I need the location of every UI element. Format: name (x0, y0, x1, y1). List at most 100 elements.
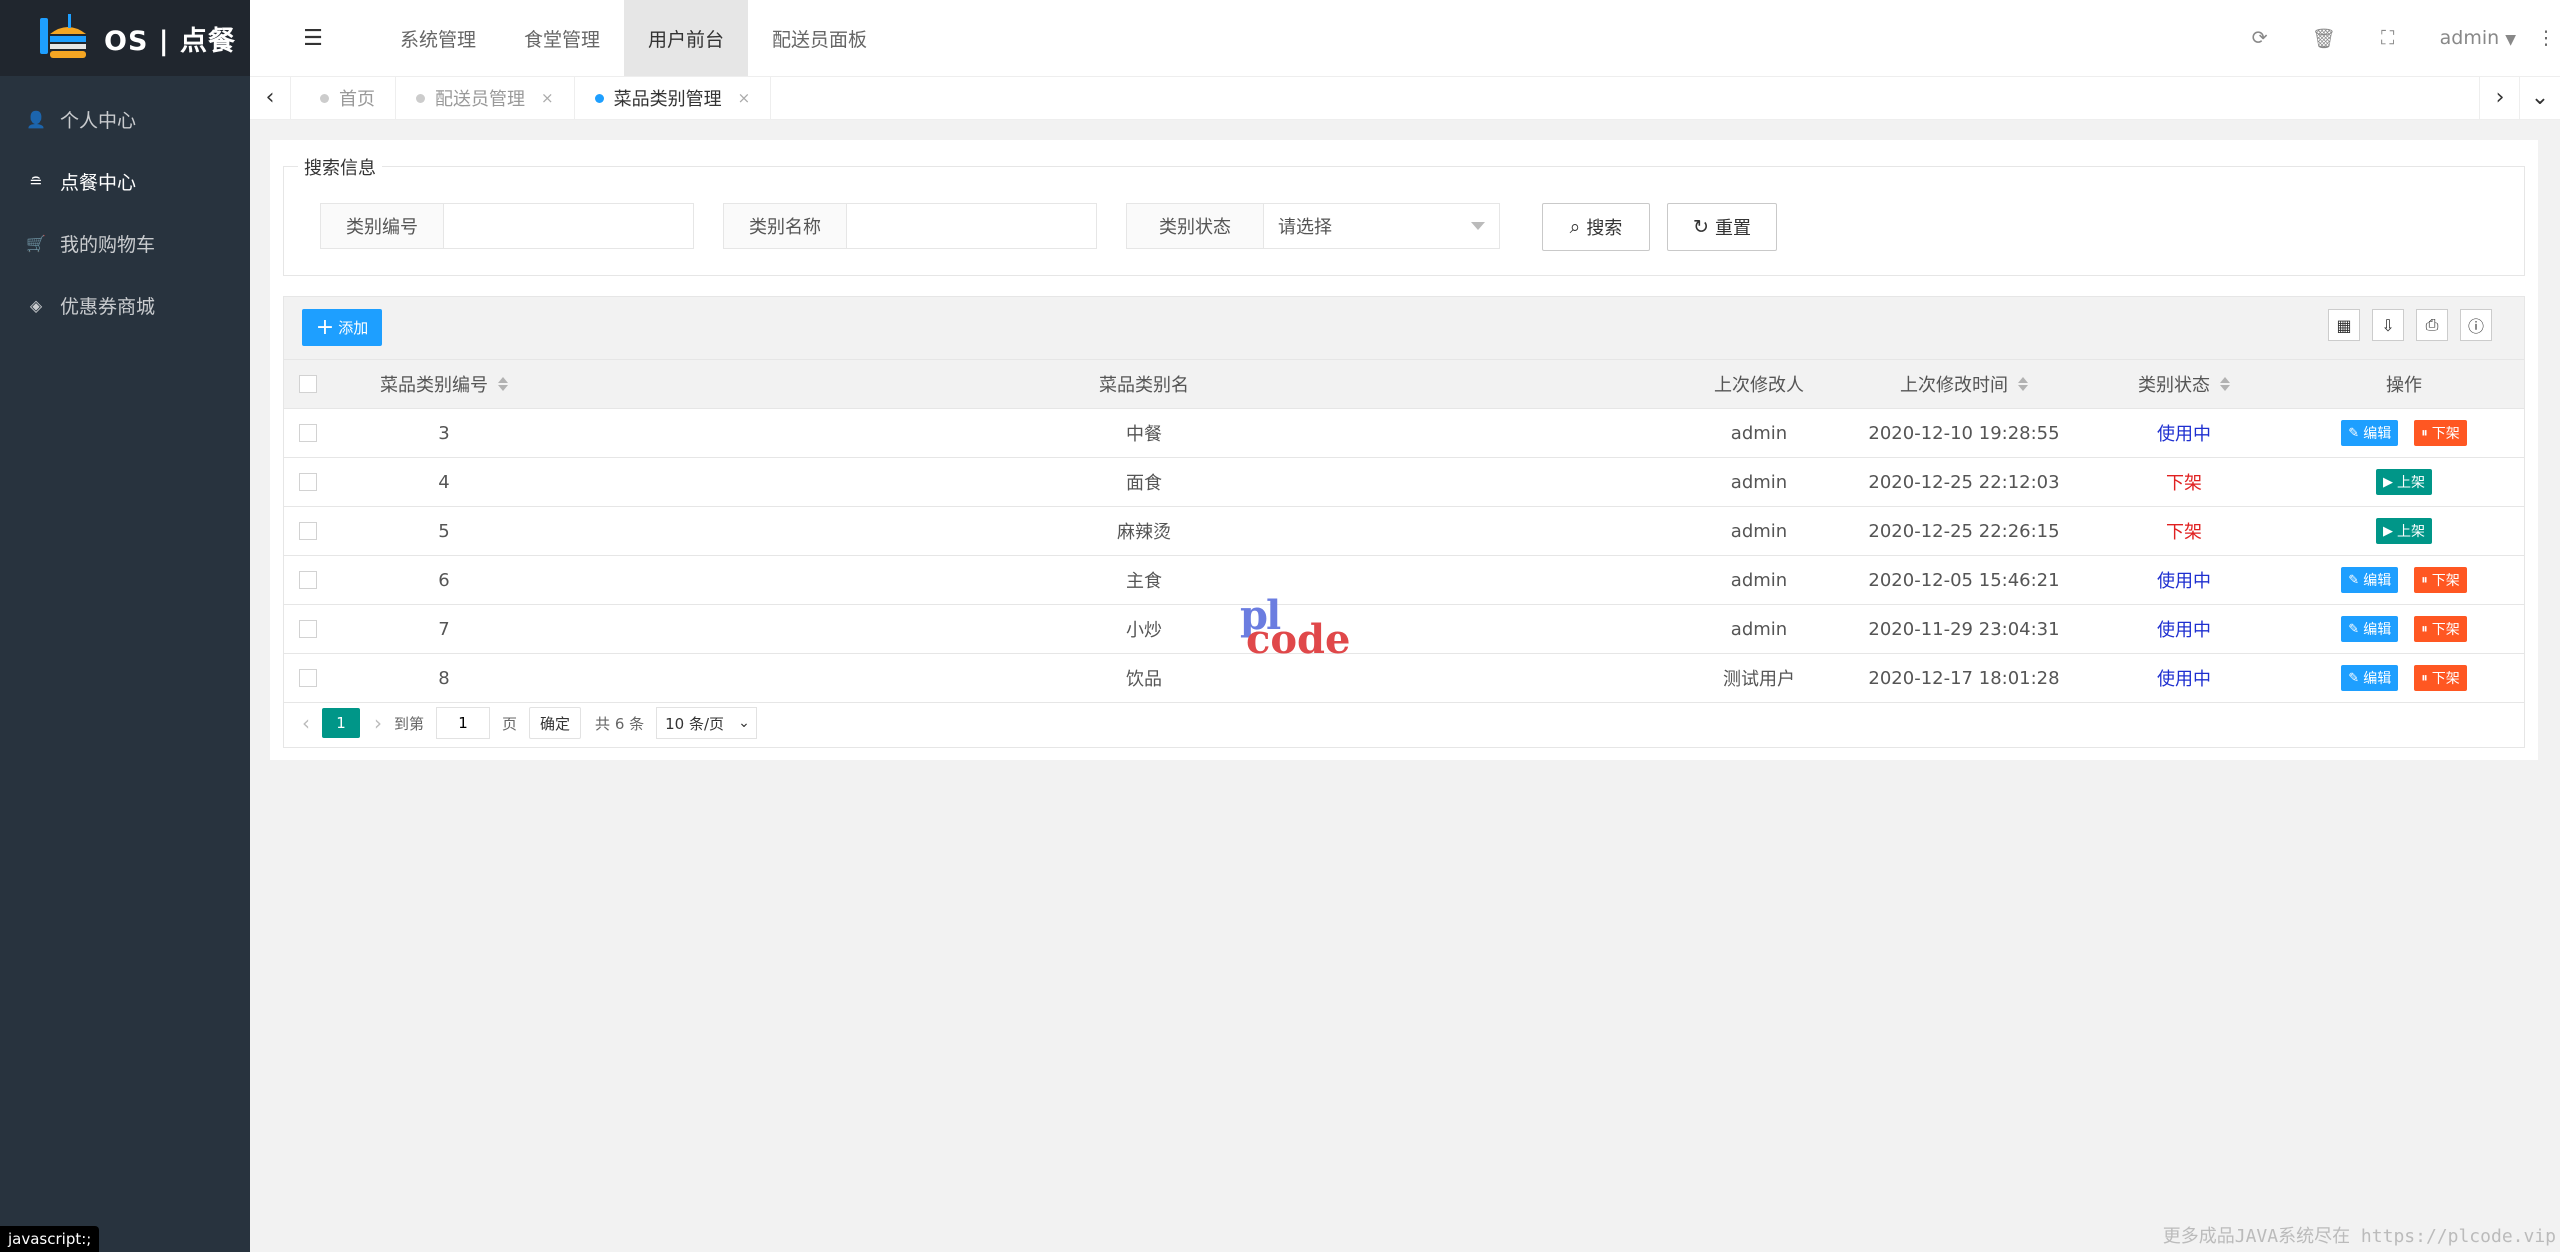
info-icon[interactable]: ⓘ (2460, 309, 2492, 341)
tab-scroll-left-icon[interactable]: ‹ (250, 77, 291, 119)
sidebar-item-label: 个人中心 (60, 109, 137, 132)
close-icon[interactable]: × (541, 89, 554, 107)
export-icon[interactable]: ⇩ (2372, 309, 2404, 341)
table-row: 6 主食 admin 2020-12-05 15:46:21 使用中 ✎ 编辑 ⏸ 下架 (284, 556, 2524, 605)
tab-menu-chevron-icon[interactable]: ⌄ (2519, 77, 2560, 119)
cell-status: 使用中 (2157, 571, 2211, 592)
tab-1[interactable]: 配送员管理 × (396, 77, 575, 119)
columns-filter-icon[interactable]: ▦ (2328, 309, 2360, 341)
cell-name: 中餐 (1126, 424, 1162, 445)
sort-icon[interactable] (2018, 377, 2028, 391)
page-size-select[interactable]: 10 条/页 ⌄ (656, 707, 757, 739)
take-down-button[interactable]: ⏸ 下架 (2414, 420, 2467, 446)
field-label: 类别状态 (1127, 204, 1264, 248)
search-panel: 搜索信息 类别编号 类别名称 类别状态 请选择 ⌕ 搜索 ↻ 重置 (283, 154, 2525, 276)
cell-id: 3 (438, 422, 450, 444)
put-on-button[interactable]: ▶ 上架 (2376, 518, 2432, 544)
refresh-icon[interactable]: ⟳ (2228, 27, 2292, 49)
sidebar-item-3[interactable]: ◈ 优惠券商城 (0, 274, 250, 336)
header-status[interactable]: 类别状态 (2084, 360, 2284, 408)
header-time[interactable]: 上次修改时间 (1844, 360, 2084, 408)
select-all-checkbox[interactable] (299, 375, 317, 393)
tab-scroll-right-icon[interactable]: › (2479, 77, 2520, 119)
select-all-cell (294, 360, 322, 408)
column-title: 上次修改时间 (1900, 375, 2008, 396)
edit-button[interactable]: ✎ 编辑 (2341, 665, 2399, 691)
prev-page-icon[interactable]: ‹ (302, 711, 310, 735)
status-select[interactable]: 请选择 (1264, 204, 1499, 248)
refresh-icon: ↻ (1693, 216, 1709, 238)
column-title: 菜品类别编号 (380, 375, 488, 396)
search-button[interactable]: ⌕ 搜索 (1542, 203, 1650, 251)
edit-button[interactable]: ✎ 编辑 (2341, 420, 2399, 446)
cell-id: 6 (438, 569, 450, 591)
fullscreen-icon[interactable]: ⛶ (2356, 27, 2420, 49)
edit-button[interactable]: ✎ 编辑 (2341, 567, 2399, 593)
sort-icon[interactable] (2220, 377, 2230, 391)
fold-menu-icon[interactable]: ☰ (250, 26, 376, 51)
watermark-line2: code (1246, 616, 1351, 663)
add-button[interactable]: + 添加 (302, 309, 382, 346)
top-nav-item-2[interactable]: 用户前台 (624, 0, 749, 76)
row-checkbox[interactable] (299, 473, 317, 491)
clear-cache-icon[interactable]: 🗑 (2292, 27, 2356, 50)
page-current[interactable]: 1 (322, 708, 360, 738)
header-id[interactable]: 菜品类别编号 (344, 360, 544, 408)
tab-2[interactable]: 菜品类别管理 × (575, 77, 772, 119)
next-page-icon[interactable]: › (374, 711, 382, 735)
search-button-label: 搜索 (1586, 218, 1623, 239)
sidebar-item-0[interactable]: 👤 个人中心 (0, 88, 250, 150)
header-right: ⟳ 🗑 ⛶ admin ▼ ⋮ (2228, 0, 2560, 76)
sidebar-item-1[interactable]: ≘ 点餐中心 (0, 150, 250, 212)
sort-icon[interactable] (498, 377, 508, 391)
row-checkbox[interactable] (299, 669, 317, 687)
reset-button[interactable]: ↻ 重置 (1667, 203, 1777, 251)
tab-bar: ‹ 首页 配送员管理 × 菜品类别管理 × › ⌄ (250, 76, 2560, 120)
sidebar-item-2[interactable]: 🛒 我的购物车 (0, 212, 250, 274)
row-checkbox[interactable] (299, 620, 317, 638)
logo-burger-icon (40, 14, 86, 58)
pause-icon: ⏸ (2421, 670, 2428, 686)
category-name-input[interactable] (847, 204, 1096, 248)
cell-actions: ▶ 上架 (2284, 507, 2524, 555)
row-checkbox[interactable] (299, 522, 317, 540)
take-down-button[interactable]: ⏸ 下架 (2414, 665, 2467, 691)
column-title: 上次修改人 (1714, 375, 1804, 396)
more-icon[interactable]: ⋮ (2532, 27, 2560, 49)
sidebar-item-label: 优惠券商城 (60, 295, 156, 318)
goto-confirm-button[interactable]: 确定 (529, 707, 582, 739)
top-nav-item-1[interactable]: 食堂管理 (500, 0, 624, 76)
top-nav-item-0[interactable]: 系统管理 (376, 0, 500, 76)
table-toolbar: + 添加 ▦ ⇩ ⎙ ⓘ (284, 297, 2524, 360)
take-down-button[interactable]: ⏸ 下架 (2414, 616, 2467, 642)
select-caret-icon (1471, 222, 1485, 230)
print-icon[interactable]: ⎙ (2416, 309, 2448, 341)
header-modifier: 上次修改人 (1659, 360, 1859, 408)
user-menu[interactable]: admin ▼ (2420, 27, 2532, 49)
total-count: 共 6 条 (595, 714, 645, 733)
edit-button-label: 编辑 (2363, 573, 2392, 589)
edit-button[interactable]: ✎ 编辑 (2341, 616, 2399, 642)
table-header: 菜品类别编号 菜品类别名 上次修改人 上次修改时间 类别状态 操作 (284, 360, 2524, 409)
row-checkbox[interactable] (299, 571, 317, 589)
table-row: 5 麻辣烫 admin 2020-12-25 22:26:15 下架 ▶ 上架 (284, 507, 2524, 556)
top-nav-item-3[interactable]: 配送员面板 (748, 0, 891, 76)
food-tray-icon: ≘ (29, 171, 43, 191)
tab-0[interactable]: 首页 (300, 77, 396, 119)
close-icon[interactable]: × (738, 89, 751, 107)
search-field-name: 类别名称 (723, 203, 1097, 249)
row-checkbox[interactable] (299, 424, 317, 442)
tab-dot-icon (594, 93, 604, 103)
take-down-button[interactable]: ⏸ 下架 (2414, 567, 2467, 593)
tab-label: 配送员管理 (435, 89, 525, 110)
cell-status: 下架 (2166, 522, 2202, 543)
put-on-button[interactable]: ▶ 上架 (2376, 469, 2432, 495)
category-id-input[interactable] (444, 204, 693, 248)
cell-time: 2020-12-25 22:12:03 (1868, 471, 2060, 493)
cell-status: 下架 (2166, 473, 2202, 494)
cell-modifier: admin (1730, 471, 1788, 493)
goto-page-input[interactable] (436, 707, 491, 739)
plus-icon: + (315, 314, 335, 340)
chevron-down-icon: ⌄ (738, 715, 750, 731)
logo[interactable]: OS | 点餐 (0, 0, 250, 76)
